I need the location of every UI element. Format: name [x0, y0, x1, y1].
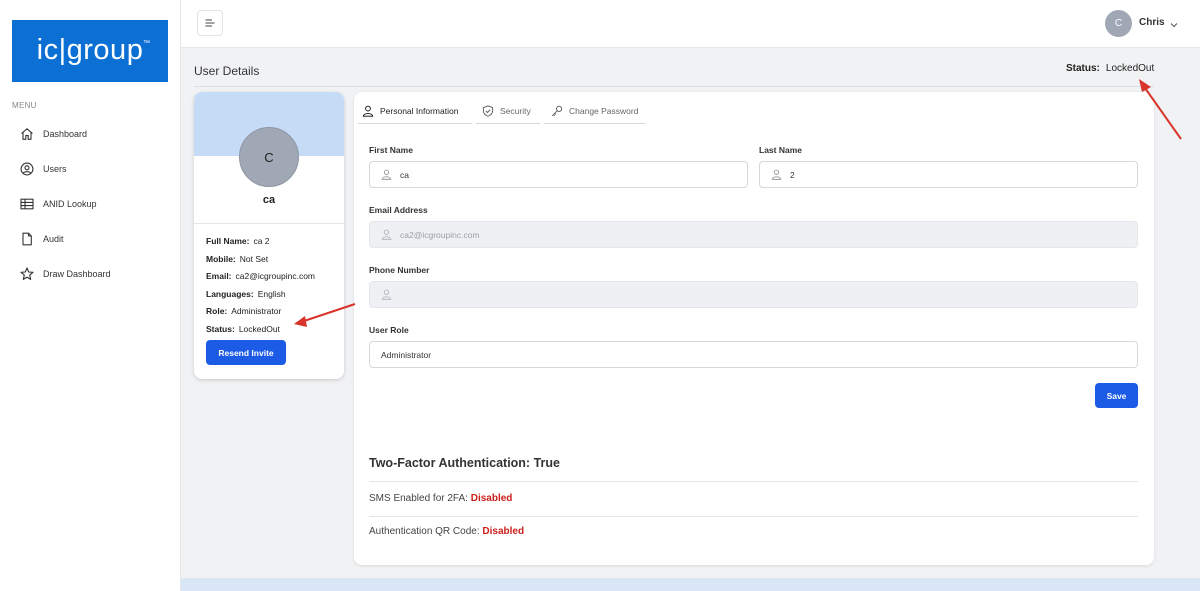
status-label: Status: [1066, 63, 1100, 74]
sms-2fa-value: Disabled [470, 493, 513, 504]
detail-languages: Languages: English [206, 289, 338, 307]
tab-label: Security [500, 105, 531, 116]
tab-personal-information[interactable]: Personal Information [362, 98, 458, 123]
last-name-value: 2 [790, 169, 795, 180]
tab-underline [358, 123, 472, 124]
tab-security[interactable]: Security [482, 98, 531, 123]
user-icon [381, 289, 392, 300]
user-circle-icon [20, 162, 34, 176]
qr-code-row: Authentication QR Code: Disabled [369, 526, 524, 537]
first-name-label: First Name [369, 145, 413, 155]
user-icon [381, 229, 392, 240]
profile-avatar: C [239, 127, 299, 187]
detail-key: Role: [206, 306, 228, 316]
sms-2fa-row: SMS Enabled for 2FA: Disabled [369, 493, 512, 504]
sms-2fa-label: SMS Enabled for 2FA: [369, 493, 468, 504]
phone-field[interactable] [369, 281, 1138, 308]
tab-label: Personal Information [380, 105, 459, 116]
detail-key: Status: [206, 323, 235, 334]
user-form-card: Personal Information Security Change Pas… [354, 92, 1154, 565]
tab-bar: Personal Information Security Change Pas… [354, 92, 1154, 127]
divider [369, 516, 1138, 517]
user-role-field[interactable]: Administrator [369, 341, 1138, 368]
user-avatar[interactable]: C [1105, 10, 1132, 37]
table-icon [20, 197, 34, 211]
user-icon [381, 169, 392, 180]
status-indicator: Status: LockedOut [1066, 63, 1154, 74]
status-value: LockedOut [1105, 63, 1155, 74]
chevron-down-icon[interactable] [1169, 17, 1179, 28]
email-field[interactable]: ca2@icgroupinc.com [369, 221, 1138, 248]
home-icon [20, 127, 34, 141]
save-button[interactable]: Save [1095, 383, 1138, 408]
user-role-value: Administrator [381, 349, 432, 360]
detail-value: ca 2 [253, 236, 270, 246]
detail-key: Mobile: [206, 253, 236, 264]
sidebar-nav: Dashboard Users ANID Lookup Audit Draw D… [0, 116, 181, 291]
profile-name: ca [262, 194, 276, 206]
user-icon [771, 169, 782, 180]
detail-value: Administrator [231, 306, 282, 316]
logo-text: ic|group [36, 33, 144, 66]
key-icon [551, 105, 563, 117]
qr-code-value: Disabled [482, 526, 525, 537]
last-name-label: Last Name [759, 145, 802, 155]
tab-label: Change Password [569, 105, 639, 116]
brand-logo[interactable]: ic|group ™ [12, 20, 168, 82]
hamburger-icon [205, 19, 215, 27]
sidebar-item-dashboard[interactable]: Dashboard [0, 116, 181, 151]
profile-details: Full Name: ca 2 Mobile: Not Set Email: ca2@… [206, 236, 338, 341]
tab-change-password[interactable]: Change Password [551, 98, 638, 123]
first-name-field[interactable]: ca [369, 161, 748, 188]
menu-caption: MENU [12, 101, 37, 110]
qr-code-label: Authentication QR Code: [369, 526, 480, 537]
page-title: User Details [194, 64, 260, 78]
resend-invite-button[interactable]: Resend Invite [206, 340, 286, 365]
user-role-label: User Role [369, 325, 409, 335]
star-icon [20, 266, 34, 281]
sidebar-item-label: Audit [43, 233, 64, 244]
email-value: ca2@icgroupinc.com [400, 229, 480, 240]
email-label: Email Address [369, 205, 428, 215]
detail-status: Status: LockedOut [206, 324, 338, 342]
tab-underline [476, 123, 540, 124]
detail-role: Role: Administrator [206, 306, 338, 324]
topbar: C Chris [181, 0, 1200, 48]
logo-trademark: ™ [143, 40, 150, 47]
sidebar-item-anid-lookup[interactable]: ANID Lookup [0, 186, 181, 221]
detail-key: Full Name: [206, 236, 250, 246]
detail-email: Email: ca2@icgroupinc.com [206, 271, 338, 289]
divider [194, 223, 344, 224]
sidebar-item-draw-dashboard[interactable]: Draw Dashboard [0, 256, 181, 291]
detail-mobile: Mobile: Not Set [206, 254, 338, 272]
detail-value: ca2@icgroupinc.com [235, 271, 316, 281]
detail-full-name: Full Name: ca 2 [206, 236, 338, 254]
last-name-field[interactable]: 2 [759, 161, 1138, 188]
detail-value: Not Set [239, 253, 269, 264]
detail-key: Email: [206, 271, 232, 281]
profile-card: C ca Full Name: ca 2 Mobile: Not Set Email… [194, 92, 344, 379]
shield-icon [482, 104, 494, 117]
phone-label: Phone Number [369, 265, 430, 275]
sidebar-item-audit[interactable]: Audit [0, 221, 181, 256]
document-icon [20, 232, 34, 246]
menu-toggle-button[interactable] [197, 10, 223, 36]
detail-value: English [257, 288, 286, 299]
header-divider [194, 86, 1154, 87]
sidebar-item-users[interactable]: Users [0, 151, 181, 186]
divider [369, 481, 1138, 482]
sidebar-item-label: ANID Lookup [43, 198, 97, 209]
user-name[interactable]: Chris [1139, 17, 1165, 28]
tab-underline [544, 123, 646, 124]
two-factor-title: Two-Factor Authentication: True [369, 456, 560, 470]
detail-value: LockedOut [238, 323, 280, 334]
first-name-value: ca [400, 169, 409, 180]
sidebar: ic|group ™ MENU Dashboard Users ANID Loo… [0, 0, 181, 591]
sidebar-item-label: Dashboard [43, 128, 88, 139]
sidebar-item-label: Draw Dashboard [43, 268, 111, 279]
detail-key: Languages: [206, 288, 254, 299]
user-icon [362, 105, 374, 117]
footer-strip [181, 578, 1200, 591]
sidebar-item-label: Users [43, 163, 67, 174]
